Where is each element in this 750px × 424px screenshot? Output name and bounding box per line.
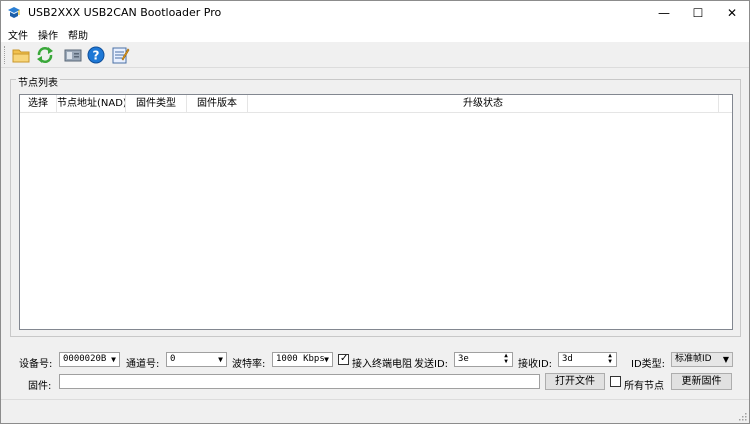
- recv-id-label: 接收ID:: [518, 359, 553, 370]
- recv-id-value: 3d: [562, 354, 573, 364]
- id-type-label: ID类型:: [631, 359, 666, 370]
- title-bar[interactable]: USB2XXX USB2CAN Bootloader Pro — ☐ ✕: [1, 1, 749, 24]
- update-firmware-button[interactable]: 更新固件: [671, 373, 732, 390]
- column-node-address[interactable]: 节点地址(NAD): [57, 95, 126, 113]
- column-firmware-version[interactable]: 固件版本: [187, 95, 248, 113]
- app-icon: [8, 7, 20, 18]
- device-select[interactable]: 0000020B ▼: [59, 352, 120, 367]
- toolbar-grip[interactable]: [4, 46, 6, 64]
- menu-bar: 文件 操作 帮助: [1, 24, 749, 42]
- node-list-header: 选择 节点地址(NAD) 固件类型 固件版本 升级状态: [20, 95, 732, 113]
- id-type-select[interactable]: 标准帧ID ▼: [671, 352, 733, 367]
- column-select[interactable]: 选择: [20, 95, 57, 113]
- device-label: 设备号:: [19, 359, 53, 370]
- main-window: USB2XXX USB2CAN Bootloader Pro — ☐ ✕ 文件 …: [0, 0, 750, 424]
- toolbar: ?: [1, 42, 749, 68]
- device-value: 0000020B: [63, 354, 107, 364]
- terminal-resistor-checkbox[interactable]: ✓: [338, 353, 349, 365]
- menu-help[interactable]: 帮助: [68, 27, 88, 42]
- node-list-view[interactable]: 选择 节点地址(NAD) 固件类型 固件版本 升级状态: [19, 94, 733, 330]
- folder-icon[interactable]: [11, 45, 31, 65]
- recv-id-input[interactable]: 3d ▲ ▼: [558, 352, 617, 367]
- channel-select[interactable]: 0 ▼: [166, 352, 227, 367]
- check-icon: ✓: [340, 353, 349, 364]
- baud-label: 波特率:: [232, 359, 266, 370]
- channel-label: 通道号:: [126, 359, 160, 370]
- send-id-input[interactable]: 3e ▲ ▼: [454, 352, 513, 367]
- window-title: USB2XXX USB2CAN Bootloader Pro: [28, 6, 222, 19]
- chevron-down-icon: ▼: [218, 355, 223, 364]
- status-bar: [1, 399, 749, 423]
- close-button[interactable]: ✕: [715, 1, 749, 24]
- minimize-icon: —: [658, 5, 670, 20]
- all-nodes-checkbox[interactable]: [610, 376, 621, 387]
- maximize-icon: ☐: [692, 5, 704, 20]
- channel-value: 0: [170, 354, 176, 364]
- baud-select[interactable]: 1000 Kbps ▼: [272, 352, 333, 367]
- send-id-value: 3e: [458, 354, 469, 364]
- chevron-down-icon: ▼: [111, 355, 116, 364]
- open-file-button[interactable]: 打开文件: [545, 373, 605, 390]
- chevron-down-icon: ▼: [722, 355, 729, 364]
- spin-arrows-icon[interactable]: ▲ ▼: [501, 353, 511, 366]
- terminal-resistor-label: 接入终端电阻: [352, 359, 412, 370]
- node-list-label: 节点列表: [16, 74, 60, 89]
- column-upgrade-status[interactable]: 升级状态: [248, 95, 719, 113]
- help-icon[interactable]: ?: [86, 45, 106, 65]
- spin-arrows-icon[interactable]: ▲ ▼: [605, 353, 615, 366]
- notepad-icon[interactable]: [110, 45, 130, 65]
- id-type-value: 标准帧ID: [675, 354, 712, 364]
- baud-value: 1000 Kbps: [276, 354, 325, 364]
- refresh-icon[interactable]: [35, 45, 55, 65]
- chevron-down-icon: ▼: [324, 355, 329, 364]
- resize-grip-icon[interactable]: [737, 411, 747, 421]
- column-firmware-type[interactable]: 固件类型: [126, 95, 187, 113]
- menu-file[interactable]: 文件: [8, 27, 28, 42]
- svg-text:?: ?: [93, 49, 100, 63]
- device-icon[interactable]: [63, 45, 83, 65]
- maximize-button[interactable]: ☐: [681, 1, 715, 24]
- firmware-path-input[interactable]: [59, 374, 540, 389]
- firmware-label: 固件:: [28, 381, 52, 392]
- all-nodes-label: 所有节点: [624, 381, 664, 392]
- close-icon: ✕: [726, 5, 738, 20]
- menu-operation[interactable]: 操作: [38, 27, 58, 42]
- minimize-button[interactable]: —: [647, 1, 681, 24]
- send-id-label: 发送ID:: [414, 359, 449, 370]
